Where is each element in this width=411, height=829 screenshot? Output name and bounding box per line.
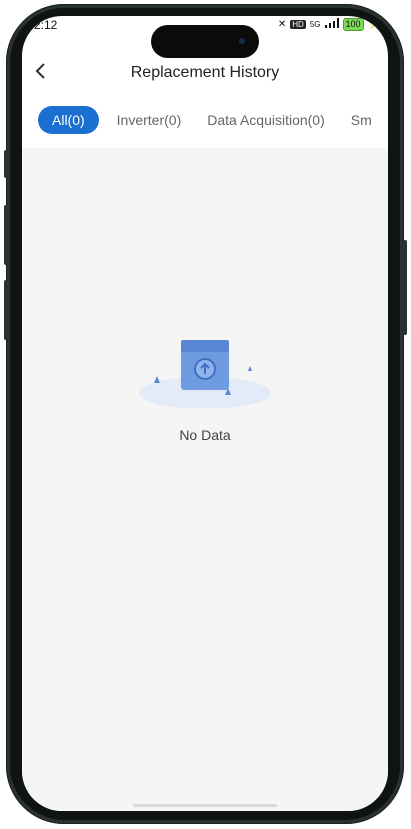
tab-smart[interactable]: Sm [343, 106, 380, 134]
page-title: Replacement History [130, 64, 280, 81]
power-button [403, 240, 407, 335]
side-button [4, 150, 8, 178]
tab-all[interactable]: All(0) [38, 106, 99, 134]
tab-data-acquisition[interactable]: Data Acquisition(0) [199, 106, 333, 134]
status-icons: ✕ HD 5G 100 ⚡ [278, 18, 380, 31]
battery-icon: 100 [342, 18, 364, 31]
tab-bar: All(0) Inverter(0) Data Acquisition(0) S… [38, 106, 388, 134]
content-area: No Data [22, 148, 388, 811]
empty-box-icon [139, 340, 271, 409]
volume-down-button [4, 280, 8, 340]
hd-icon: HD [290, 20, 306, 29]
network-label: 5G [309, 20, 321, 29]
tab-inverter[interactable]: Inverter(0) [109, 106, 190, 134]
empty-state: No Data [22, 338, 388, 443]
nav-bar: Replacement History [22, 54, 388, 90]
camera-icon [239, 38, 245, 44]
home-indicator[interactable] [133, 804, 277, 807]
volume-up-button [4, 205, 8, 265]
empty-message: No Data [179, 427, 231, 443]
signal-icon [324, 18, 339, 31]
app-screen: 2:12 ✕ HD 5G 100 ⚡ Replacement History A… [22, 16, 388, 811]
status-time: 2:12 [34, 18, 58, 32]
charging-icon: ⚡ [367, 19, 380, 30]
mute-icon: ✕ [277, 19, 287, 30]
